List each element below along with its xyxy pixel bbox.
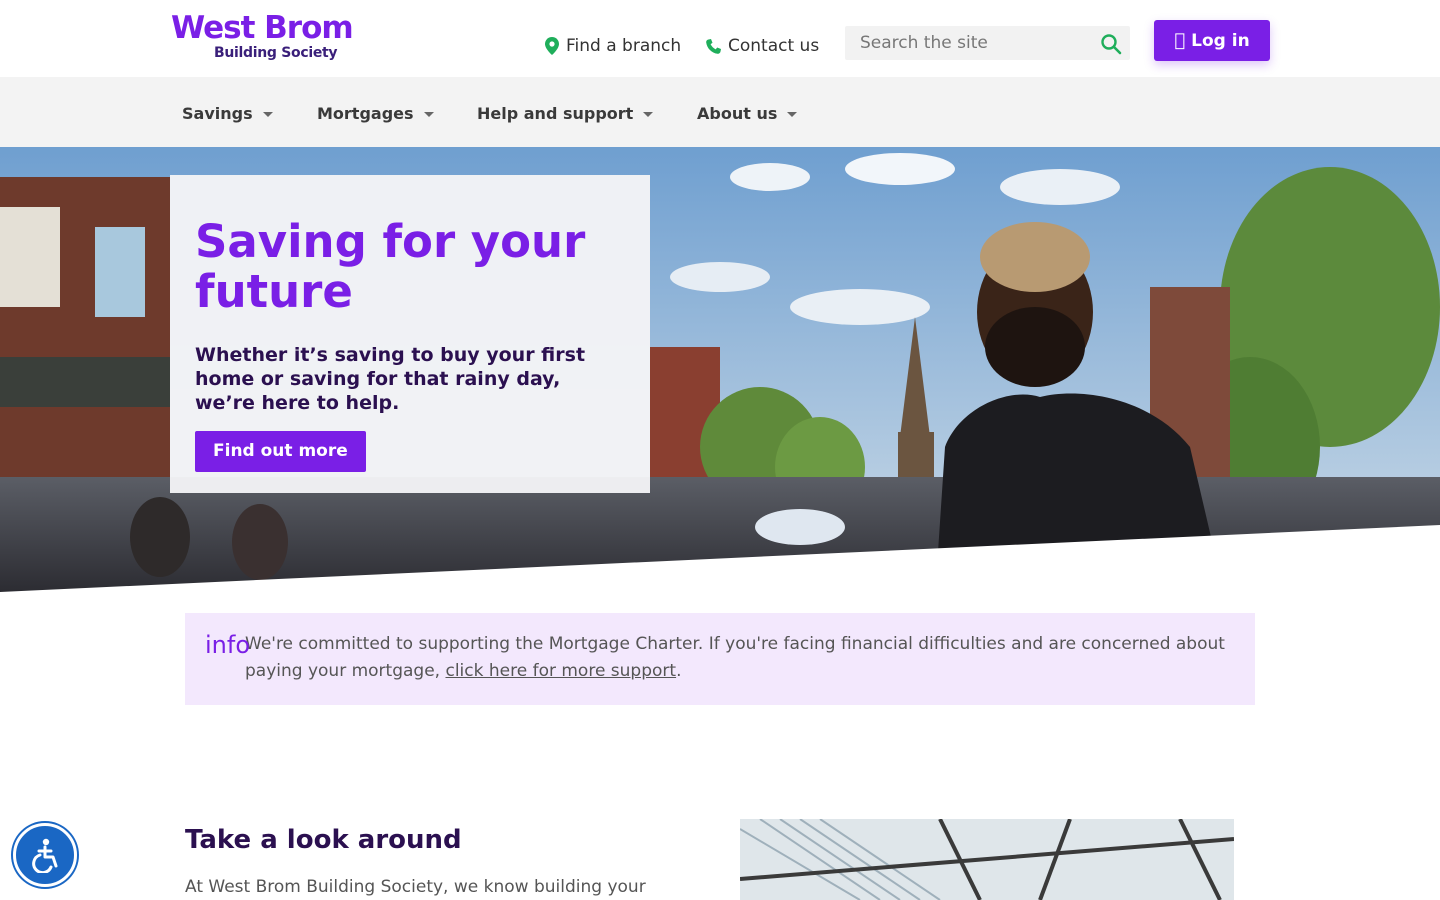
section-text: At West Brom Building Society, we know b… bbox=[185, 877, 646, 897]
notice-body: We're committed to supporting the Mortga… bbox=[245, 634, 1225, 681]
find-out-more-button[interactable]: Find out more bbox=[195, 431, 366, 472]
map-pin-icon bbox=[545, 37, 559, 55]
search-input[interactable] bbox=[845, 26, 1090, 60]
brand-subtitle: Building Society bbox=[214, 45, 338, 61]
hero-subtitle: Whether it’s saving to buy your first ho… bbox=[195, 344, 586, 414]
contact-us-label: Contact us bbox=[728, 36, 820, 56]
contact-us-link[interactable]: Contact us bbox=[705, 34, 819, 58]
caret-down-icon bbox=[787, 111, 798, 117]
nav-item-label: About us bbox=[697, 103, 778, 123]
section-image bbox=[740, 819, 1234, 900]
notice-text: We're committed to supporting the Mortga… bbox=[245, 631, 1225, 685]
hero-card: Saving for your future Whether it’s savi… bbox=[170, 175, 650, 493]
accessibility-button[interactable] bbox=[13, 823, 77, 887]
nav-item-mortgages[interactable]: Mortgages bbox=[317, 101, 434, 125]
search-bar bbox=[845, 26, 1130, 60]
brand-name: West Brom bbox=[171, 10, 354, 46]
phone-icon bbox=[706, 38, 721, 54]
info-icon: info bbox=[205, 631, 251, 659]
section-title: Take a look around bbox=[185, 825, 462, 855]
hero-title: Saving for your future bbox=[195, 215, 586, 318]
nav-item-label: Mortgages bbox=[317, 103, 414, 123]
nav-item-about-us[interactable]: About us bbox=[697, 101, 798, 125]
accessibility-icon bbox=[32, 838, 58, 873]
nav-item-help-and-support[interactable]: Help and support bbox=[477, 101, 654, 125]
login-label: Log in bbox=[1185, 30, 1250, 51]
nav-item-label: Savings bbox=[182, 103, 253, 123]
search-icon[interactable] bbox=[1100, 33, 1122, 55]
notice-end: . bbox=[676, 661, 682, 681]
caret-down-icon bbox=[262, 111, 273, 117]
main-navigation: Savings Mortgages Help and support About… bbox=[0, 77, 1440, 147]
nav-item-label: Help and support bbox=[477, 103, 634, 123]
brand-logo[interactable]: West Brom Building Society bbox=[171, 10, 376, 66]
hero-banner: Saving for your future Whether it’s savi… bbox=[0, 147, 1440, 597]
site-header: West Brom Building Society Find a branch… bbox=[0, 0, 1440, 77]
more-support-link[interactable]: click here for more support bbox=[445, 661, 676, 681]
caret-down-icon bbox=[643, 111, 654, 117]
caret-down-icon bbox=[423, 111, 434, 117]
mortgage-charter-notice: info We're committed to supporting the M… bbox=[185, 613, 1255, 705]
lock-icon:  bbox=[1174, 30, 1185, 51]
find-branch-link[interactable]: Find a branch bbox=[544, 34, 681, 58]
login-button[interactable]:  Log in bbox=[1154, 20, 1270, 61]
find-branch-label: Find a branch bbox=[566, 36, 682, 56]
nav-item-savings[interactable]: Savings bbox=[182, 101, 273, 125]
